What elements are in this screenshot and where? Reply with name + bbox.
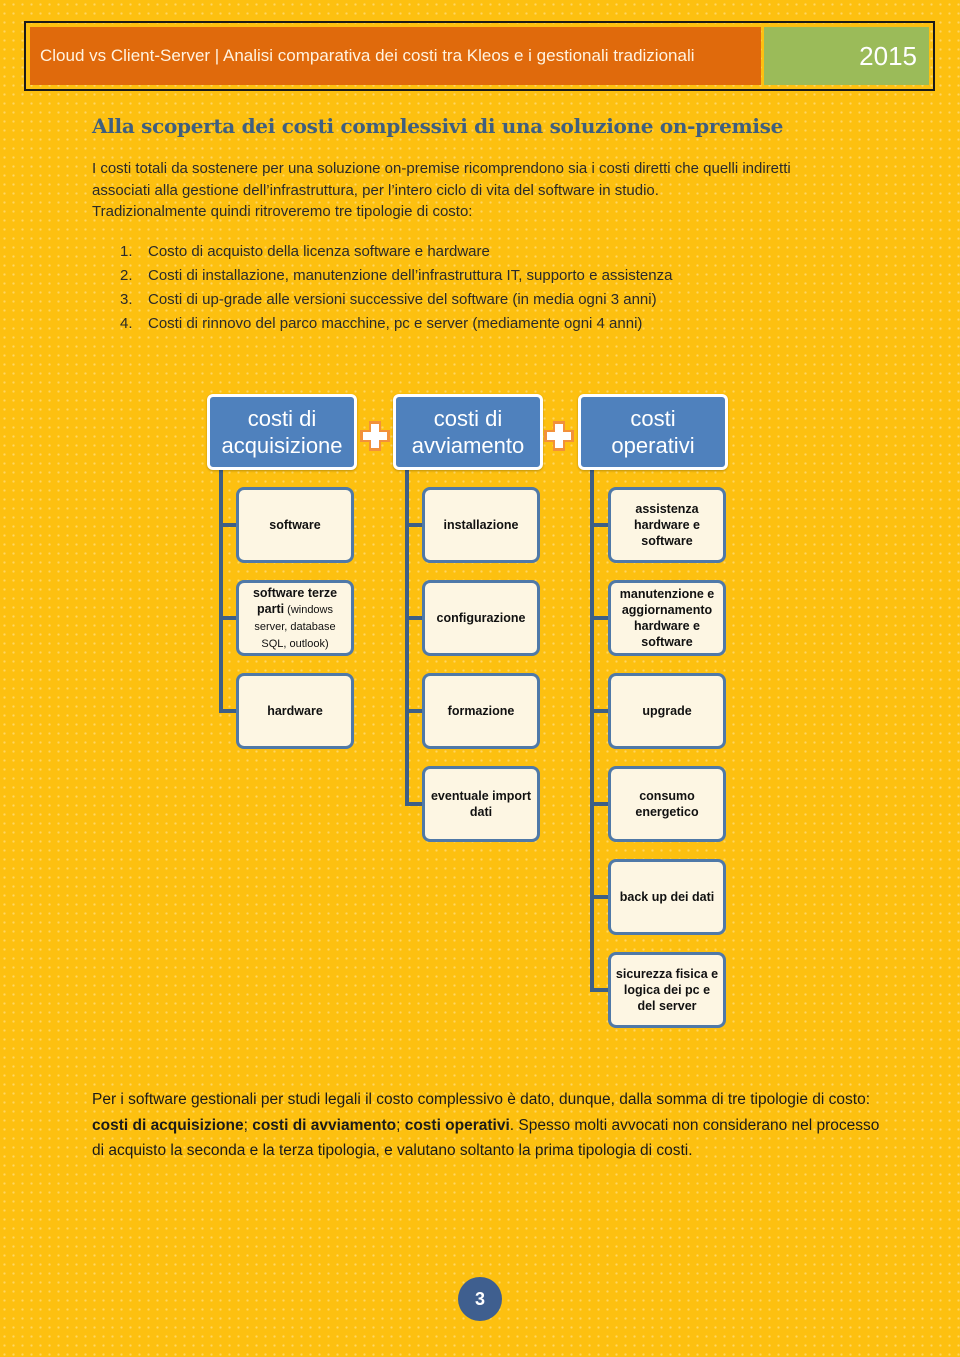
cost-item-box: hardware xyxy=(236,673,354,749)
cost-item-box: installazione xyxy=(422,487,540,563)
list-text: Costo di acquisto della licenza software… xyxy=(148,243,490,260)
cost-item-title: formazione xyxy=(447,704,515,718)
cost-item-title: installazione xyxy=(443,518,519,532)
cost-item-label: assistenza hardware e software xyxy=(615,501,719,549)
closing-bold-operativi: costi operativi xyxy=(404,1116,510,1134)
cost-item-title: configurazione xyxy=(436,611,526,625)
category-label-line: avviamento xyxy=(411,433,525,458)
list-item: 2. Costi di installazione, manutenzione d… xyxy=(92,264,672,288)
cost-item-title: software xyxy=(269,518,321,532)
connector-branch xyxy=(590,895,610,899)
category-label-line: operativi xyxy=(611,433,695,458)
list-text: Costi di rinnovo del parco macchine, pc … xyxy=(148,315,643,332)
cost-item-box: manutenzione e aggiornamento hardware e … xyxy=(608,580,726,656)
category-label: costi operativi xyxy=(611,405,694,459)
list-item: 1. Costo di acquisto della licenza softwa… xyxy=(92,240,672,264)
category-operativi: costi operativi xyxy=(578,394,728,470)
connector-branch xyxy=(590,709,610,713)
cost-item-label: sicurezza fisica e logica dei pc e del s… xyxy=(615,966,719,1014)
cost-item-label: software terze parti (windows server, da… xyxy=(243,585,347,652)
plus-icon xyxy=(358,419,392,453)
connector-line-acquisizione xyxy=(219,470,223,713)
closing-bold-acquisizione: costi di acquisizione xyxy=(92,1116,244,1134)
category-label-line: acquisizione xyxy=(221,433,343,458)
header-title: Cloud vs Client-Server | Analisi compara… xyxy=(30,27,761,85)
cost-item-box: consumo energetico xyxy=(608,766,726,842)
category-label-line: costi di xyxy=(247,406,317,431)
cost-item-label: formazione xyxy=(448,703,515,719)
cost-item-label: consumo energetico xyxy=(615,788,719,820)
cost-item-box: software xyxy=(236,487,354,563)
connector-branch xyxy=(590,523,610,527)
connector-line-operativi xyxy=(590,470,594,992)
intro-line: I costi totali da sostenere per una solu… xyxy=(92,160,791,177)
cost-item-label: eventuale import dati xyxy=(429,788,533,820)
header-year: 2015 xyxy=(764,27,929,85)
connector-line-avviamento xyxy=(405,470,409,806)
cost-item-title: assistenza hardware e software xyxy=(633,502,700,548)
list-item: 3. Costi di up-grade alle versioni succes… xyxy=(92,288,672,312)
cost-item-label: configurazione xyxy=(437,610,526,626)
cost-item-box: sicurezza fisica e logica dei pc e del s… xyxy=(608,952,726,1028)
cost-item-label: back up dei dati xyxy=(620,889,714,905)
cost-item-title: upgrade xyxy=(642,704,692,718)
page-header: Cloud vs Client-Server | Analisi compara… xyxy=(24,21,935,91)
cost-item-title: back up dei dati xyxy=(619,890,715,904)
cost-item-title: sicurezza fisica e logica dei pc e del s… xyxy=(615,967,719,1013)
intro-paragraph: I costi totali da sostenere per una solu… xyxy=(92,158,882,223)
closing-text: ; xyxy=(243,1116,253,1134)
cost-item-title: manutenzione e aggiornamento hardware e … xyxy=(619,587,715,649)
cost-item-label: software xyxy=(269,517,320,533)
cost-item-box: eventuale import dati xyxy=(422,766,540,842)
category-avviamento: costi di avviamento xyxy=(393,394,543,470)
list-item: 4. Costi di rinnovo del parco macchine, p… xyxy=(92,312,672,336)
cost-item-label: hardware xyxy=(267,703,323,719)
cost-item-label: manutenzione e aggiornamento hardware e … xyxy=(615,586,719,650)
cost-item-box: back up dei dati xyxy=(608,859,726,935)
cost-item-label: upgrade xyxy=(642,703,691,719)
cost-item-box: software terze parti (windows server, da… xyxy=(236,580,354,656)
list-number: 3. xyxy=(120,291,133,308)
cost-item-box: upgrade xyxy=(608,673,726,749)
cost-item-title: hardware xyxy=(267,704,323,718)
category-label-line: costi xyxy=(630,406,676,431)
connector-branch xyxy=(590,988,610,992)
closing-paragraph: Per i software gestionali per studi lega… xyxy=(92,1087,882,1164)
section-title: Alla scoperta dei costi complessivi di u… xyxy=(92,114,784,138)
cost-item-title: consumo energetico xyxy=(635,789,699,819)
category-acquisizione: costi di acquisizione xyxy=(207,394,357,470)
closing-text: Per i software gestionali per studi lega… xyxy=(92,1091,870,1108)
connector-branch xyxy=(590,802,610,806)
cost-item-label: installazione xyxy=(443,517,518,533)
list-text: Costi di up-grade alle versioni successi… xyxy=(148,291,657,308)
category-label: costi di acquisizione xyxy=(221,405,342,459)
connector-branch xyxy=(590,616,610,620)
category-label-line: costi di xyxy=(433,406,503,431)
intro-line: associati alla gestione dell’infrastrutt… xyxy=(92,181,659,199)
cost-item-title: eventuale import dati xyxy=(430,789,532,819)
cost-item-box: assistenza hardware e software xyxy=(608,487,726,563)
page-number: 3 xyxy=(458,1277,502,1321)
list-text: Costi di installazione, manutenzione del… xyxy=(148,267,673,284)
cost-item-box: formazione xyxy=(422,673,540,749)
cost-item-box: configurazione xyxy=(422,580,540,656)
closing-bold-avviamento: costi di avviamento xyxy=(252,1116,397,1134)
intro-line: Tradizionalmente quindi ritroveremo tre … xyxy=(92,203,473,220)
plus-icon xyxy=(542,419,576,453)
cost-types-list: 1. Costo di acquisto della licenza softwa… xyxy=(92,240,672,336)
list-number: 2. xyxy=(120,267,133,284)
list-number: 1. xyxy=(120,243,133,260)
closing-text: ; xyxy=(396,1116,405,1134)
category-label: costi di avviamento xyxy=(412,405,525,459)
list-number: 4. xyxy=(120,315,133,332)
